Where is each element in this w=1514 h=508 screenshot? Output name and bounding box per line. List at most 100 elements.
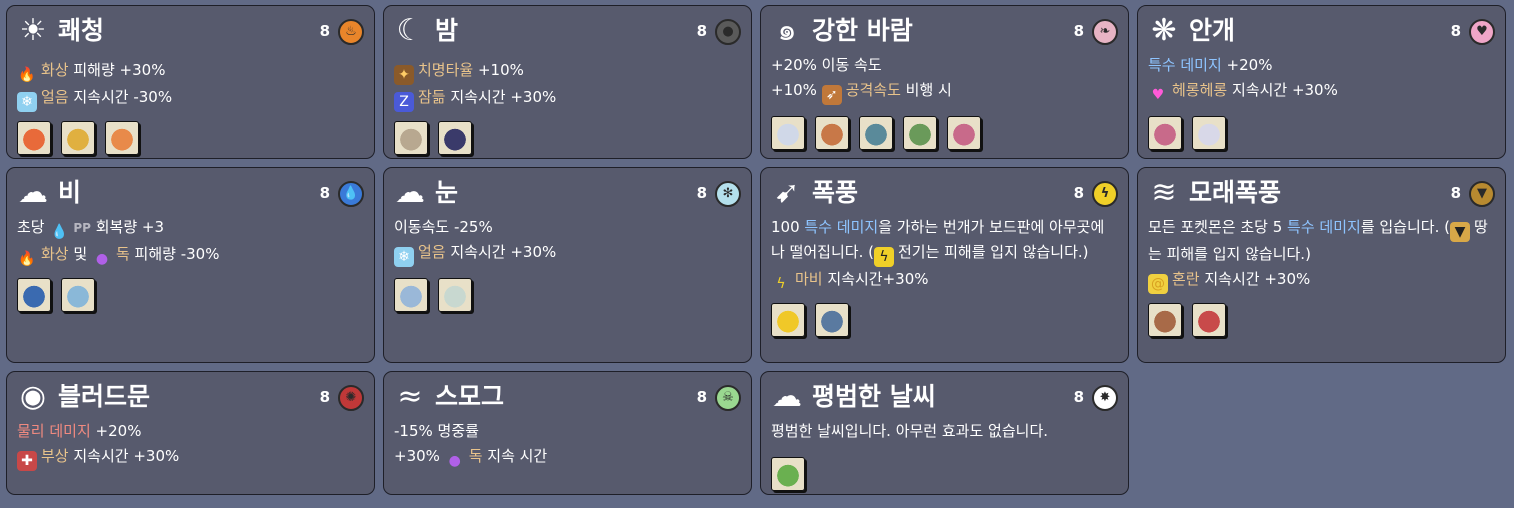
critical-icon: ✦ [394, 65, 414, 85]
weather-card[interactable]: ≋ 모래폭풍 8 ▼ 모든 포켓몬은 초당 5 특수 데미지를 입습니다. (▼ 땅는 피… [1137, 167, 1506, 363]
weather-title: 비 [58, 178, 82, 207]
pokemon-portrait[interactable] [903, 116, 937, 150]
effect-text: 를 입습니다. ( [1360, 218, 1450, 236]
keyword-text: 물리 데미지 [17, 422, 91, 440]
keyword-text: 부상 [41, 447, 69, 465]
effect-line: ❄ 얼음 지속시간 -30% [17, 85, 364, 112]
wound-icon: ✚ [17, 451, 37, 471]
keyword-text: 얼음 [418, 243, 446, 261]
pokemon-portrait[interactable] [394, 121, 428, 155]
confusion-icon: @ [1148, 274, 1168, 294]
effect-text: +30% [394, 447, 445, 465]
effect-text: 모든 포켓몬은 초당 5 [1148, 218, 1288, 236]
weather-card[interactable]: ☁ 평범한 날씨 8 ✸ 평범한 날씨입니다. 아무런 효과도 없습니다. [760, 371, 1129, 495]
pokemon-portrait[interactable] [1148, 303, 1182, 337]
heart-icon: ♥ [1151, 87, 1165, 103]
weather-card[interactable]: ❋ 안개 8 ♥ 특수 데미지 +20% ♥ 헤롱헤롱 지속시간 +30% [1137, 5, 1506, 159]
effect-line: 물리 데미지 +20% [17, 419, 364, 444]
weather-title: 쾌청 [58, 16, 105, 45]
effect-text: 지속시간 +30% [445, 243, 557, 261]
card-header: ≋ 모래폭풍 8 ▼ [1148, 176, 1495, 210]
smog-icon: ≈ [397, 379, 423, 414]
weather-card[interactable]: ☁ 비 8 💧 초당 💧 PP 회복량 +3 🔥 화상 및 ● 독 피해량 -30% [6, 167, 375, 363]
pokemon-list [394, 278, 472, 312]
weather-title: 강한 바람 [812, 16, 913, 45]
effect-text: 지속시간+30% [822, 270, 929, 288]
ground-icon: ▼ [1449, 222, 1470, 242]
keyword-text: 마비 [795, 270, 823, 288]
weather-card[interactable]: ≈ 스모그 8 ☠ -15% 명중률 +30% ● 독 지속 시간 [383, 371, 752, 495]
pokemon-portrait[interactable] [438, 121, 472, 155]
pokemon-portrait[interactable] [859, 116, 893, 150]
effect-text: 피해량 +30% [68, 61, 166, 79]
effect-text: 지속시간 +30% [1199, 270, 1311, 288]
weather-title: 안개 [1189, 16, 1236, 45]
water-badge-icon: 💧 [338, 181, 364, 207]
pokemon-portrait[interactable] [61, 278, 95, 312]
weather-card[interactable]: ๑ 강한 바람 8 ❧ +20% 이동 속도 +10% ➶ 공격속도 비행 시 [760, 5, 1129, 159]
effect-line: -15% 명중률 [394, 419, 741, 444]
pokemon-portrait[interactable] [17, 121, 51, 155]
pokemon-portrait[interactable] [105, 121, 139, 155]
card-header: ≈ 스모그 8 ☠ [394, 380, 741, 414]
weather-card[interactable]: ◉ 블러드문 8 ✺ 물리 데미지 +20% ✚ 부상 지속시간 +30% [6, 371, 375, 495]
poison-icon: ● [95, 251, 109, 267]
effect-text: +20% 이동 속도 [771, 56, 882, 74]
weather-card[interactable]: ☾ 밤 8 ● ✦ 치명타율 +10% Z 잠듦 지속시간 +30% [383, 5, 752, 159]
moon-icon: ☾ [396, 13, 424, 48]
keyword-text: 치명타율 [418, 61, 474, 79]
pokemon-portrait[interactable] [815, 116, 849, 150]
weather-count: 8 [1073, 184, 1084, 202]
effect-description: +20% 이동 속도 +10% ➶ 공격속도 비행 시 [771, 53, 1118, 105]
weather-title: 모래폭풍 [1189, 178, 1282, 207]
keyword-text: 화상 [41, 61, 69, 79]
pokemon-portrait[interactable] [1148, 116, 1182, 150]
snow-cloud-icon: ☁ [395, 175, 425, 210]
effect-line: 모든 포켓몬은 초당 5 특수 데미지를 입습니다. (▼ 땅는 피해를 입지 않… [1148, 215, 1495, 267]
pokemon-portrait[interactable] [947, 116, 981, 150]
effect-text: 및 [68, 245, 92, 263]
pokemon-portrait[interactable] [17, 278, 51, 312]
pokemon-portrait[interactable] [771, 116, 805, 150]
card-header: ๑ 강한 바람 8 ❧ [771, 14, 1118, 48]
pokemon-portrait[interactable] [815, 303, 849, 337]
pokemon-portrait[interactable] [394, 278, 428, 312]
weather-count: 8 [696, 22, 707, 40]
weather-card[interactable]: ☁ 눈 8 ✻ 이동속도 -25% ❄ 얼음 지속시간 +30% [383, 167, 752, 363]
pokemon-portrait[interactable] [438, 278, 472, 312]
poison-icon: ● [448, 453, 461, 469]
card-header: ➹ 폭풍 8 ϟ [771, 176, 1118, 210]
keyword-text: 얼음 [41, 88, 69, 106]
keyword-text: 화상 [41, 245, 69, 263]
ice-icon: ❄ [394, 247, 414, 267]
effect-text: +10% [473, 61, 524, 79]
pokemon-portrait[interactable] [1192, 116, 1226, 150]
effect-text: -15% 명중률 [394, 422, 479, 440]
keyword-text: 헤롱헤롱 [1172, 81, 1228, 99]
weather-card[interactable]: ☀ 쾌청 8 ♨ 🔥 화상 피해량 +30% ❄ 얼음 지속시간 -30% [6, 5, 375, 159]
pokemon-portrait[interactable] [1192, 303, 1226, 337]
attack-speed-icon: ➶ [821, 85, 842, 105]
effect-description: 평범한 날씨입니다. 아무런 효과도 없습니다. [771, 419, 1118, 444]
pokemon-portrait[interactable] [771, 303, 805, 337]
effect-line: +10% ➶ 공격속도 비행 시 [771, 78, 1118, 105]
keyword-text: 특수 데미지 [1287, 218, 1361, 236]
keyword-text: 혼란 [1172, 270, 1200, 288]
effect-line: 100 특수 데미지을 가하는 번개가 보드판에 아무곳에나 떨어집니다. (ϟ… [771, 215, 1118, 267]
fairy-badge-icon: ♥ [1469, 19, 1495, 45]
fog-icon: ❋ [1151, 13, 1177, 48]
card-header: ☁ 평범한 날씨 8 ✸ [771, 380, 1118, 414]
effect-line: 특수 데미지 +20% [1148, 53, 1495, 78]
effect-description: -15% 명중률 +30% ● 독 지속 시간 [394, 419, 741, 471]
weather-title: 밤 [435, 16, 459, 45]
pokemon-portrait[interactable] [771, 457, 805, 491]
weather-title: 스모그 [435, 382, 505, 411]
cloud-icon: ☁ [772, 379, 802, 414]
effect-description: 모든 포켓몬은 초당 5 특수 데미지를 입습니다. (▼ 땅는 피해를 입지 않… [1148, 215, 1495, 294]
pokemon-portrait[interactable] [61, 121, 95, 155]
weather-count: 8 [696, 184, 707, 202]
pokemon-list [771, 457, 805, 491]
card-header: ☀ 쾌청 8 ♨ [17, 14, 364, 48]
rain-cloud-icon: ☁ [18, 175, 48, 210]
weather-card[interactable]: ➹ 폭풍 8 ϟ 100 특수 데미지을 가하는 번개가 보드판에 아무곳에나 떨어집니… [760, 167, 1129, 363]
